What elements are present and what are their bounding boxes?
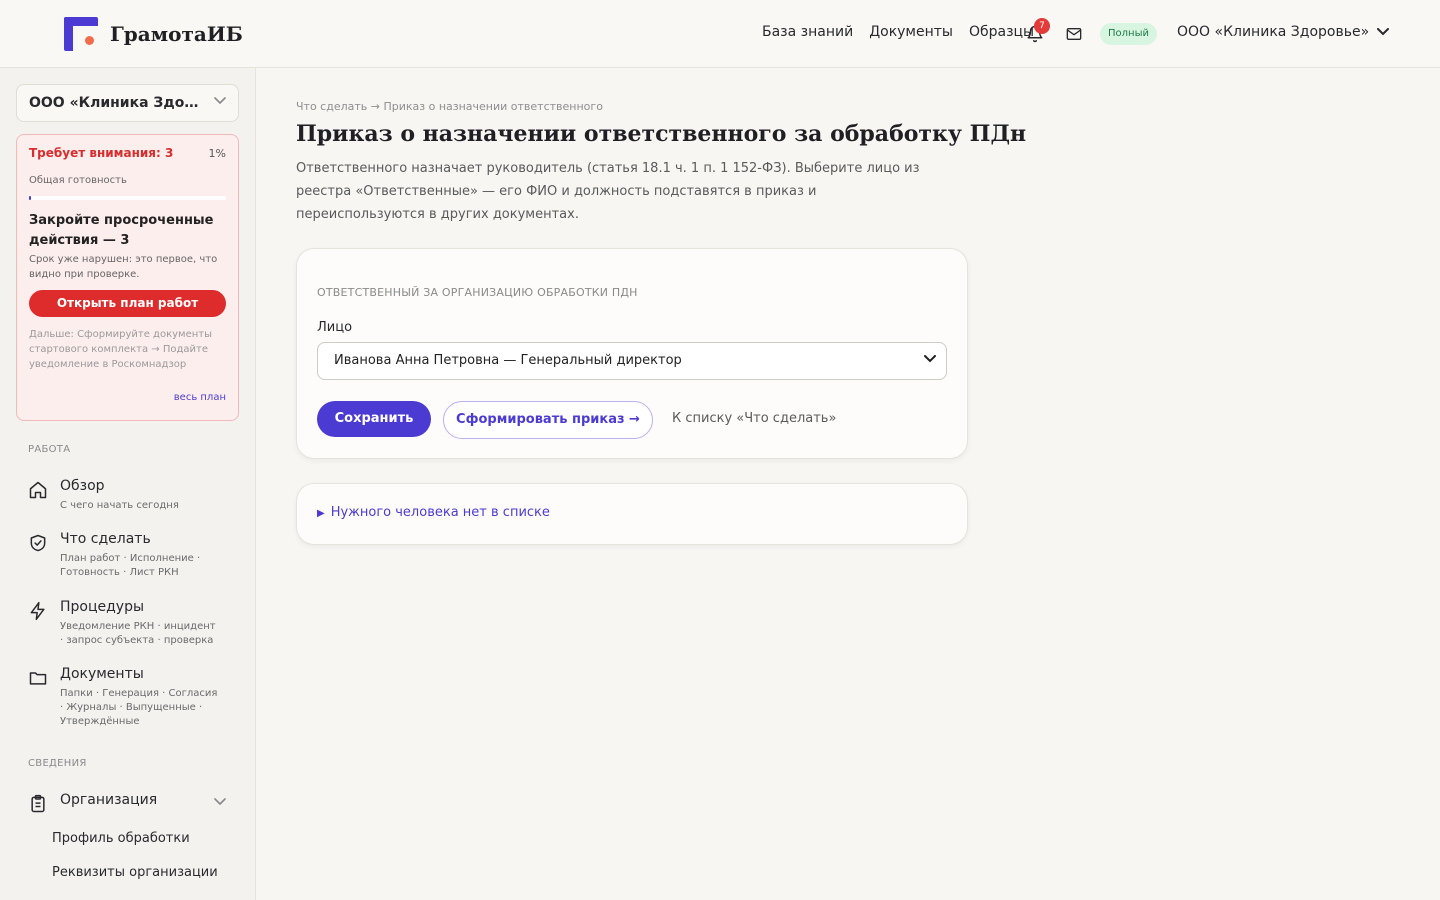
top-bar: ГрамотаИБ База знаний Документы Образцы … [0,0,1440,68]
logo-mark-icon [64,17,98,51]
save-button[interactable]: Сохранить [317,401,431,437]
sidebar-item-sub: План работ · Исполнение · Готовность · Л… [60,553,201,578]
sidebar-subitem-org-details[interactable]: Реквизиты организации [52,865,218,880]
person-select[interactable]: Иванова Анна Петровна — Генеральный дире… [317,342,947,380]
attention-title: Требует внимания: 3 [29,146,174,160]
readiness-progress-bar [29,196,226,200]
all-plan-link[interactable]: весь план [174,392,226,403]
sidebar-item-overview[interactable]: Обзор С чего начать сегодня [28,478,228,514]
sidebar-org-select[interactable]: ООО «Клиника Здоровье» [16,84,239,122]
responsible-person-card: ОТВЕТСТВЕННЫЙ ЗА ОРГАНИЗАЦИЮ ОБРАБОТКИ П… [296,248,968,459]
sidebar-org-select-value: ООО «Клиника Здоровье» [29,95,239,111]
nav-knowledge-base[interactable]: База знаний [762,24,853,40]
sidebar-subitem-processing-profile[interactable]: Профиль обработки [52,831,190,846]
chevron-down-icon [1377,28,1390,36]
readiness-label: Общая готовность [29,175,127,186]
chevron-down-icon [924,355,936,363]
bolt-icon [30,601,45,621]
page-title: Приказ о назначении ответственного за об… [296,121,1027,147]
attention-card: Требует внимания: 3 1% Общая готовность … [16,134,239,421]
sidebar-item-procedures[interactable]: Процедуры Уведомление РКН · инцидент · з… [28,599,228,649]
person-select-value: Иванова Анна Петровна — Генеральный дире… [334,353,682,368]
missing-person-disclosure[interactable]: ▶ Нужного человека нет в списке [317,505,550,520]
sidebar-item-organization[interactable]: Организация [28,792,228,816]
top-nav: База знаний Документы Образцы [762,24,1034,40]
sidebar-item-documents[interactable]: Документы Папки · Генерация · Согласия ·… [28,666,228,730]
sidebar-item-label: Процедуры [60,599,145,615]
brand-name: ГрамотаИБ [110,22,243,46]
sidebar-item-label: Организация [60,792,158,808]
home-icon [29,481,47,499]
nav-samples[interactable]: Образцы [969,24,1034,40]
sidebar-item-label: Документы [60,666,144,682]
mail-icon[interactable] [1066,27,1082,41]
sidebar-item-label: Что сделать [60,531,151,547]
attention-heading: Закройте просроченные действия — 3 [29,213,214,248]
disclosure-triangle-icon: ▶ [317,508,325,519]
sidebar-item-sub: Уведомление РКН · инцидент · запрос субъ… [60,621,216,646]
brand-logo[interactable]: ГрамотаИБ [64,17,243,51]
card-section-label: ОТВЕТСТВЕННЫЙ ЗА ОРГАНИЗАЦИЮ ОБРАБОТКИ П… [317,286,638,299]
open-work-plan-button[interactable]: Открыть план работ [29,290,226,317]
nav-documents[interactable]: Документы [869,24,953,40]
sidebar-item-sub: С чего начать сегодня [60,500,179,511]
sidebar-item-label: Обзор [60,478,105,494]
clipboard-icon [31,794,45,813]
attention-next-steps: Дальше: Сформируйте документы стартового… [29,329,212,370]
sidebar-item-todo[interactable]: Что сделать План работ · Исполнение · Го… [28,531,228,581]
section-label-info: СВЕДЕНИЯ [28,758,87,769]
shield-check-icon [30,534,46,552]
org-switcher[interactable]: ООО «Клиника Здоровье» [1177,24,1390,40]
chevron-down-icon [214,97,226,105]
generate-order-button[interactable]: Сформировать приказ → [443,401,653,439]
plan-status-badge: Полный [1100,23,1157,45]
sidebar: ООО «Клиника Здоровье» Требует внимания:… [0,68,256,900]
section-label-work: РАБОТА [28,444,71,455]
chevron-down-icon[interactable] [214,798,226,806]
page-description: Ответственного назначает руководитель (с… [296,161,920,222]
notification-count-badge: 7 [1034,18,1050,34]
attention-description: Срок уже нарушен: это первое, что видно … [29,254,218,280]
back-to-todo-link[interactable]: К списку «Что сделать» [672,411,836,426]
org-switcher-label: ООО «Клиника Здоровье» [1177,24,1370,40]
missing-person-card: ▶ Нужного человека нет в списке [296,483,968,545]
folder-icon [29,672,47,685]
readiness-percent: 1% [208,147,226,160]
person-field-label: Лицо [317,320,353,335]
readiness-progress-fill [29,196,31,200]
sidebar-item-sub: Папки · Генерация · Согласия · Журналы ·… [60,688,218,727]
disclosure-label: Нужного человека нет в списке [330,505,550,520]
breadcrumb[interactable]: Что сделать → Приказ о назначении ответс… [296,100,603,113]
